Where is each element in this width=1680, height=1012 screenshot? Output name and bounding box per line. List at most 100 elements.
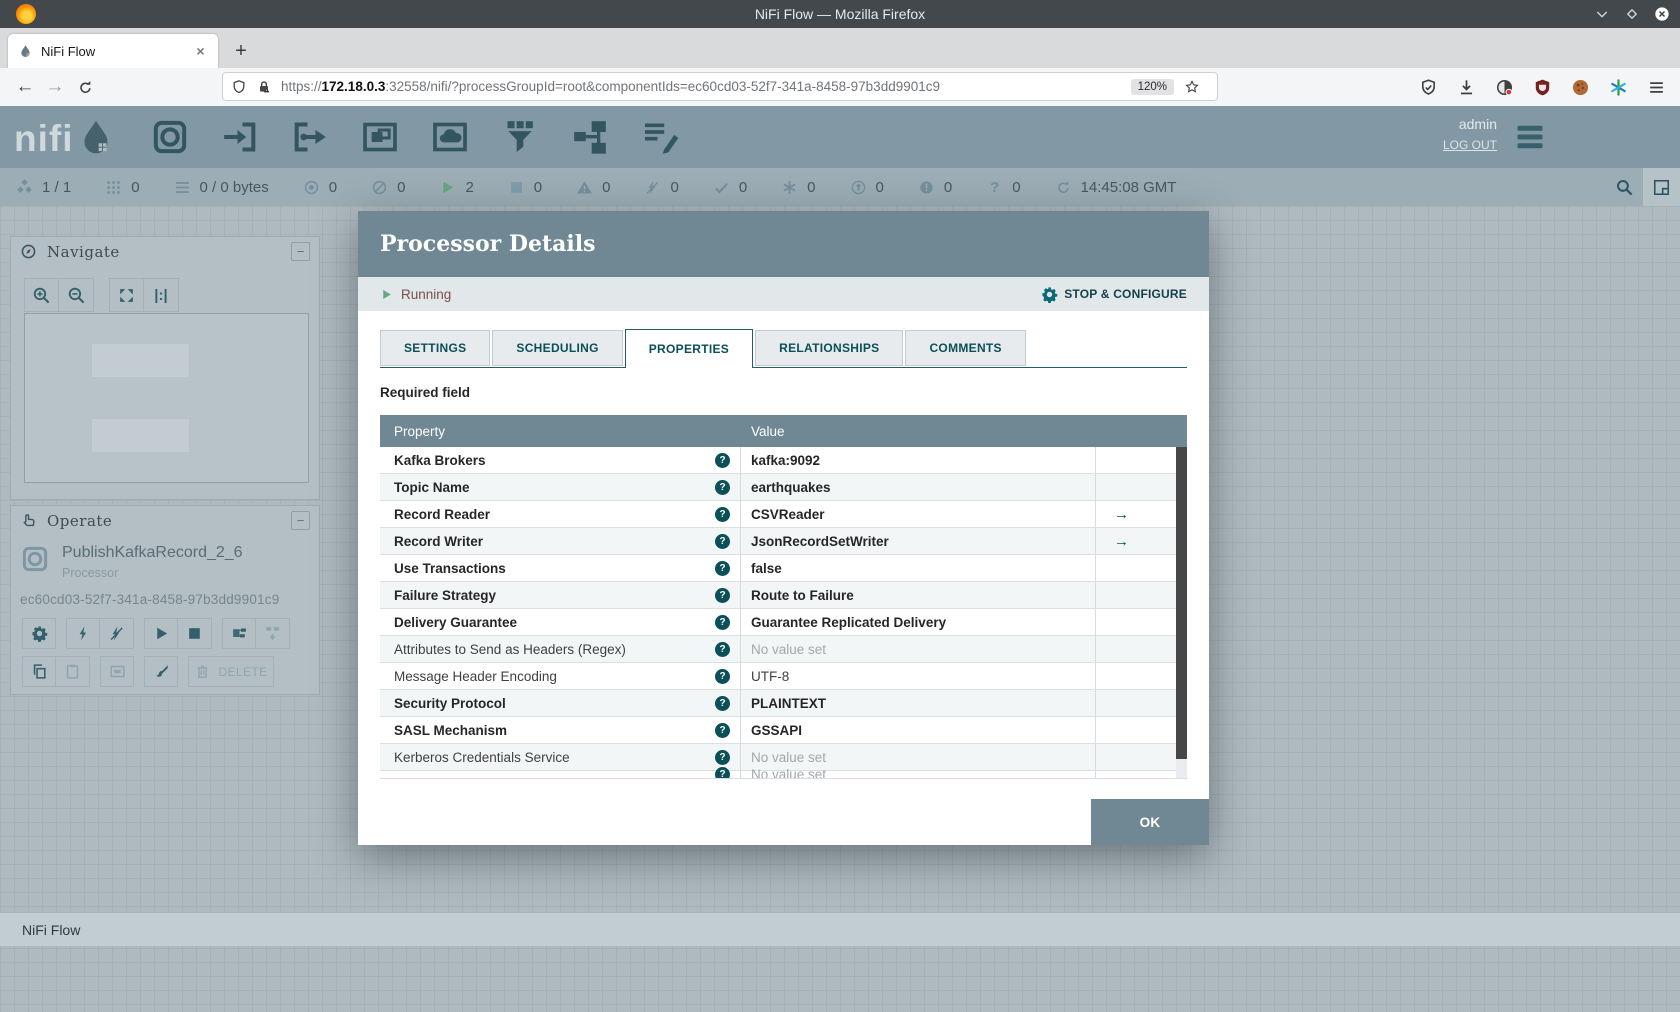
shield-check-icon[interactable] <box>1419 78 1438 97</box>
play-button[interactable] <box>144 618 178 649</box>
help-icon[interactable]: ? <box>715 452 730 468</box>
breadcrumb[interactable]: NiFi Flow <box>22 922 80 938</box>
navigate-collapse-button[interactable]: − <box>291 242 310 261</box>
value-cell: PLAINTEXT <box>741 690 1096 716</box>
copy-button[interactable] <box>22 656 56 687</box>
tab-comments[interactable]: COMMENTS <box>905 330 1026 366</box>
zoom-fit-button[interactable] <box>109 278 144 312</box>
browser-tab[interactable]: NiFi Flow × <box>8 34 218 68</box>
ok-button[interactable]: OK <box>1091 799 1209 845</box>
cookie-icon[interactable] <box>1571 78 1590 97</box>
scrollbar-thumb[interactable] <box>1176 447 1187 759</box>
property-cell: Kerberos Credentials Service? <box>380 744 741 770</box>
navigate-title: Navigate <box>47 242 120 261</box>
brush-button[interactable] <box>144 656 178 687</box>
new-tab-button[interactable]: + <box>228 38 254 64</box>
template-save-button[interactable] <box>222 618 256 649</box>
modified-stale-icon <box>918 179 935 196</box>
bolt-button[interactable] <box>66 618 100 649</box>
toolbar-processor-icon[interactable] <box>150 116 190 158</box>
template-upload-button[interactable] <box>256 618 290 649</box>
help-icon[interactable]: ? <box>715 533 730 549</box>
tab-relationships[interactable]: RELATIONSHIPS <box>755 330 904 366</box>
zoom-in-button[interactable] <box>24 278 59 312</box>
reload-button[interactable] <box>70 72 100 102</box>
required-field-note: Required field <box>380 385 471 400</box>
ublock-icon[interactable] <box>1533 78 1552 97</box>
help-icon[interactable]: ? <box>715 722 730 738</box>
forward-button[interactable]: → <box>40 72 70 102</box>
menu-icon[interactable] <box>1647 78 1666 97</box>
help-icon[interactable]: ? <box>715 614 730 630</box>
tab-close-icon[interactable]: × <box>193 43 208 59</box>
zoom-actual-button[interactable]: |:| <box>144 278 179 312</box>
color-asterisk-icon[interactable] <box>1609 78 1628 97</box>
stop-and-configure-button[interactable]: STOP & CONFIGURE <box>1041 286 1187 303</box>
go-to-service-arrow[interactable]: → <box>1096 501 1176 527</box>
column-property: Property <box>394 423 446 439</box>
lock-icon[interactable] <box>256 79 272 95</box>
value-cell: Route to Failure <box>741 582 1096 608</box>
go-to-service-arrow[interactable]: → <box>1096 528 1176 554</box>
back-button[interactable]: ← <box>10 72 40 102</box>
toolbar-label-icon[interactable] <box>640 116 680 158</box>
help-icon[interactable]: ? <box>715 668 730 684</box>
refresh-icon[interactable] <box>1055 179 1072 196</box>
extension-icon[interactable] <box>1495 78 1514 97</box>
help-icon[interactable]: ? <box>715 749 730 765</box>
gear-button[interactable] <box>22 618 56 649</box>
help-icon[interactable]: ? <box>715 695 730 711</box>
selected-component-id: ec60cd03-52f7-341a-8458-97b3dd9901c9 <box>20 592 280 607</box>
url-bar[interactable]: https://172.18.0.3:32558/nifi/?processGr… <box>222 72 1218 101</box>
help-icon[interactable]: ? <box>715 479 730 495</box>
tab-properties[interactable]: PROPERTIES <box>624 329 754 368</box>
status-count: 14:45:08 GMT <box>1080 178 1177 196</box>
paste-button[interactable] <box>56 656 90 687</box>
status-count: 0 <box>397 178 406 196</box>
help-icon[interactable]: ? <box>715 506 730 522</box>
toolbar-remote-process-group-icon[interactable] <box>430 116 470 158</box>
hand-icon <box>20 512 37 529</box>
bolt-slash-button[interactable] <box>100 618 134 649</box>
window-maximize-button[interactable] <box>1624 6 1640 22</box>
settings-panel-button[interactable] <box>1643 168 1680 206</box>
tab-settings[interactable]: SETTINGS <box>380 330 491 366</box>
global-menu-icon[interactable] <box>1514 122 1546 152</box>
tracking-shield-icon[interactable] <box>231 79 247 95</box>
copy-icon <box>31 663 48 680</box>
toolbar-funnel-icon[interactable] <box>500 116 540 158</box>
toolbar-process-group-icon[interactable] <box>360 116 400 158</box>
toolbar-template-icon[interactable] <box>570 116 610 158</box>
help-icon[interactable]: ? <box>715 641 730 657</box>
toolbar-output-port-icon[interactable] <box>290 116 330 158</box>
property-cell: Failure Strategy? <box>380 582 741 608</box>
window-minimize-button[interactable] <box>1594 6 1610 22</box>
value-cell: false <box>741 555 1096 581</box>
table-row: Record Reader? CSVReader → <box>380 501 1187 528</box>
page-zoom-indicator[interactable]: 120% <box>1130 78 1174 95</box>
window-close-button[interactable] <box>1654 6 1670 22</box>
download-icon[interactable] <box>1457 78 1476 97</box>
logout-link[interactable]: LOG OUT <box>1443 138 1497 152</box>
trash-button[interactable]: DELETE <box>188 656 274 687</box>
property-name: Security Protocol <box>394 695 506 711</box>
help-icon[interactable]: ? <box>715 560 730 576</box>
stop-button[interactable] <box>178 618 212 649</box>
search-button[interactable] <box>1606 168 1643 206</box>
invalid-icon <box>576 179 593 196</box>
birdseye-map[interactable] <box>24 313 309 483</box>
tab-scheduling[interactable]: SCHEDULING <box>492 330 623 366</box>
property-cell: ? <box>380 767 741 778</box>
delete-label: DELETE <box>218 664 268 679</box>
operate-collapse-button[interactable]: − <box>291 511 310 530</box>
help-icon[interactable]: ? <box>715 587 730 603</box>
property-cell: Topic Name? <box>380 474 741 500</box>
bookmark-star-icon[interactable] <box>1184 79 1200 95</box>
help-icon[interactable]: ? <box>715 767 730 778</box>
group-button[interactable] <box>100 656 134 687</box>
status-count: 0 <box>875 178 884 196</box>
toolbar-input-port-icon[interactable] <box>220 116 260 158</box>
birdseye-component <box>92 419 189 452</box>
zoom-out-button[interactable] <box>59 278 94 312</box>
table-scrollbar[interactable] <box>1176 447 1187 778</box>
